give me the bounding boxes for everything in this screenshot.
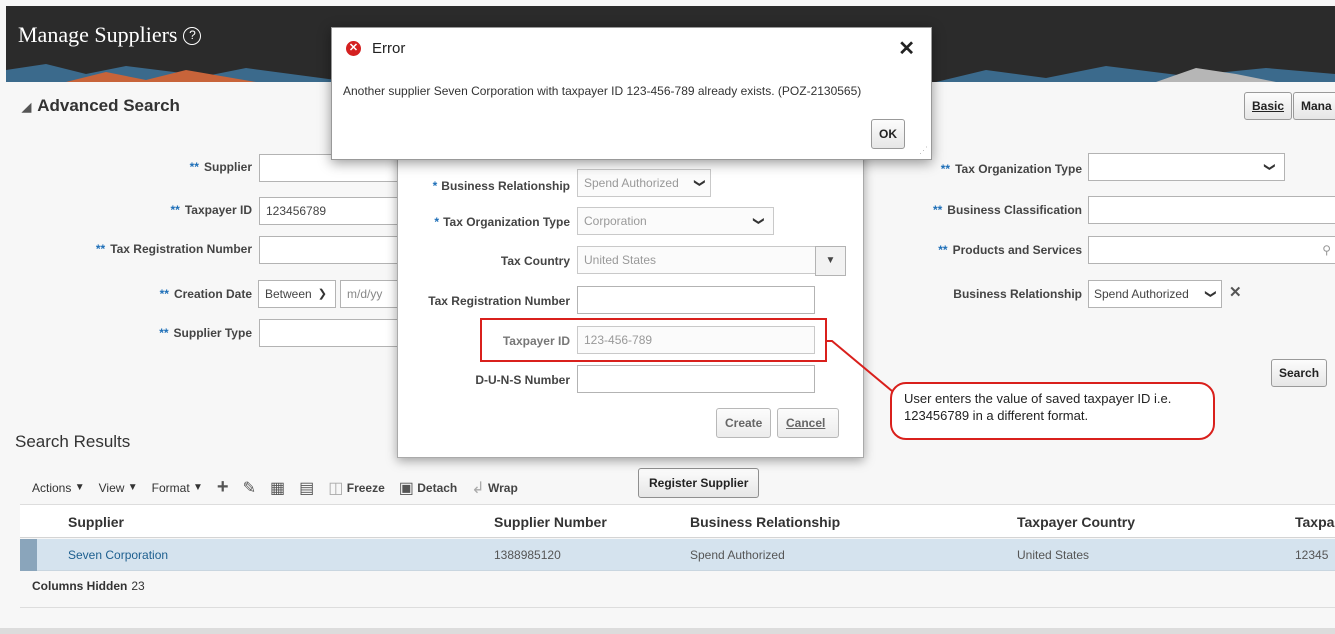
freeze-icon-alt[interactable]: ▤ (299, 478, 314, 498)
dlg-duns-number-input[interactable] (577, 365, 815, 393)
cancel-button[interactable]: Cancel (777, 408, 839, 438)
results-table-header: Supplier Supplier Number Business Relati… (20, 504, 1335, 538)
view-menu[interactable]: View ▼ (99, 481, 138, 495)
error-dialog: ✕ Error ✕ Another supplier Seven Corpora… (331, 27, 932, 160)
dlg-tax-organization-type-label: * Tax Organization Type (434, 215, 570, 229)
column-header-taxpayer-country[interactable]: Taxpayer Country (1017, 514, 1135, 530)
supplier-type-label: ** Supplier Type (159, 326, 252, 340)
chevron-down-icon: ❯ (1263, 162, 1276, 172)
error-message: Another supplier Seven Corporation with … (343, 84, 862, 98)
ok-button[interactable]: OK (871, 119, 905, 149)
divider (20, 607, 1335, 608)
actions-menu[interactable]: Actions ▼ (32, 481, 85, 495)
search-results-title: Search Results (15, 432, 131, 451)
page-frame: Manage Suppliers? ◢ Advanced Search Basic… (0, 0, 1335, 634)
row-selector[interactable] (20, 539, 37, 571)
chevron-down-icon: ❯ (1204, 289, 1217, 299)
supplier-link[interactable]: Seven Corporation (68, 548, 168, 562)
taxpayer-country-cell: United States (1017, 548, 1090, 562)
create-button[interactable]: Create (716, 408, 772, 438)
products-and-services-label: ** Products and Services (938, 243, 1082, 257)
advanced-search-title[interactable]: ◢ Advanced Search (22, 96, 180, 116)
chevron-down-icon: ❯ (752, 216, 765, 226)
taxpayer-id-label: ** Taxpayer ID (170, 203, 253, 217)
creation-date-operator-select[interactable]: Between ❯ (258, 280, 336, 308)
annotation-callout: User enters the value of saved taxpayer … (890, 382, 1215, 440)
create-supplier-dialog: * Business Relationship Spend Authorized ❯… (397, 140, 864, 458)
supplier-label: ** Supplier (189, 160, 252, 174)
supplier-type-select[interactable] (259, 319, 399, 347)
column-header-business-relationship[interactable]: Business Relationship (690, 514, 840, 530)
tax-organization-type-select[interactable]: ❯ (1088, 153, 1285, 181)
dlg-tax-country-label: Tax Country (500, 254, 570, 268)
remove-criterion-icon[interactable]: ✕ (1229, 283, 1242, 301)
supplier-number-cell: 1388985120 (494, 548, 561, 562)
creation-date-label: ** Creation Date (159, 287, 252, 301)
dlg-business-relationship-select[interactable]: Spend Authorized ❯ (577, 169, 711, 197)
freeze-icon: ◫ (328, 479, 344, 497)
column-header-supplier[interactable]: Supplier (68, 514, 124, 530)
dlg-tax-country-input[interactable]: United States (577, 246, 816, 274)
wrap-button[interactable]: ↲ Wrap (471, 478, 518, 498)
products-and-services-input[interactable]: ⚲ (1088, 236, 1335, 264)
export-icon[interactable]: ▦ (270, 478, 285, 498)
help-icon[interactable]: ? (183, 27, 202, 45)
business-relationship-label: Business Relationship (953, 287, 1082, 301)
format-menu[interactable]: Format ▼ (152, 481, 203, 495)
error-icon: ✕ (346, 41, 361, 56)
column-header-taxpayer-id[interactable]: Taxpa (1295, 514, 1334, 530)
business-classification-input[interactable] (1088, 196, 1335, 224)
resize-grip-icon[interactable]: ⋰ (919, 145, 928, 156)
manage-saved-searches-button[interactable]: Mana (1293, 92, 1335, 120)
search-button[interactable]: Search (1271, 359, 1328, 387)
dlg-tax-registration-number-input[interactable] (577, 286, 815, 314)
dlg-business-relationship-label: * Business Relationship (432, 179, 570, 193)
taxpayer-id-input[interactable]: 123456789 (259, 197, 399, 225)
column-header-supplier-number[interactable]: Supplier Number (494, 514, 607, 530)
error-dialog-title: Error (372, 40, 406, 57)
tax-registration-number-label: ** Tax Registration Number (95, 242, 252, 256)
close-icon[interactable]: ✕ (898, 36, 915, 61)
wrap-icon: ↲ (471, 479, 485, 497)
search-icon[interactable]: ⚲ (1322, 237, 1331, 263)
business-classification-label: ** Business Classification (932, 203, 1082, 217)
detach-button[interactable]: ▣ Detach (399, 478, 457, 498)
dlg-tax-registration-number-label: Tax Registration Number (428, 294, 570, 308)
taxpayer-id-cell: 12345 (1295, 548, 1329, 562)
page-title: Manage Suppliers? (18, 22, 202, 48)
taxpayer-id-highlight (480, 318, 827, 362)
dlg-tax-organization-type-select[interactable]: Corporation ❯ (577, 207, 774, 235)
collapse-triangle-icon[interactable]: ◢ (22, 100, 31, 114)
callout-connector (826, 340, 893, 392)
business-relationship-select[interactable]: Spend Authorized ❯ (1088, 280, 1222, 308)
results-toolbar: Actions ▼ View ▼ Format ▼ + ✎ ▦ ▤ ◫ Free… (32, 476, 532, 499)
freeze-button[interactable]: ◫ Freeze (328, 478, 385, 498)
table-row[interactable]: Seven Corporation 1388985120 Spend Autho… (20, 539, 1335, 571)
chevron-down-icon: ❯ (693, 178, 706, 188)
dlg-tax-country-dropdown-icon[interactable]: ▼ (815, 246, 846, 276)
creation-date-start-input[interactable]: m/d/yy (340, 280, 399, 308)
dlg-duns-number-label: D-U-N-S Number (475, 373, 570, 387)
chevron-down-icon: ❯ (317, 288, 327, 300)
edit-icon[interactable]: ✎ (243, 478, 256, 498)
tax-registration-number-input[interactable] (259, 236, 399, 264)
columns-hidden-status: Columns Hidden 23 (32, 579, 145, 593)
register-supplier-button[interactable]: Register Supplier (638, 468, 760, 498)
tax-organization-type-label: ** Tax Organization Type (940, 162, 1082, 176)
add-icon[interactable]: + (217, 476, 229, 499)
basic-button[interactable]: Basic (1244, 92, 1293, 120)
business-relationship-cell: Spend Authorized (690, 548, 785, 562)
detach-icon: ▣ (398, 479, 414, 497)
